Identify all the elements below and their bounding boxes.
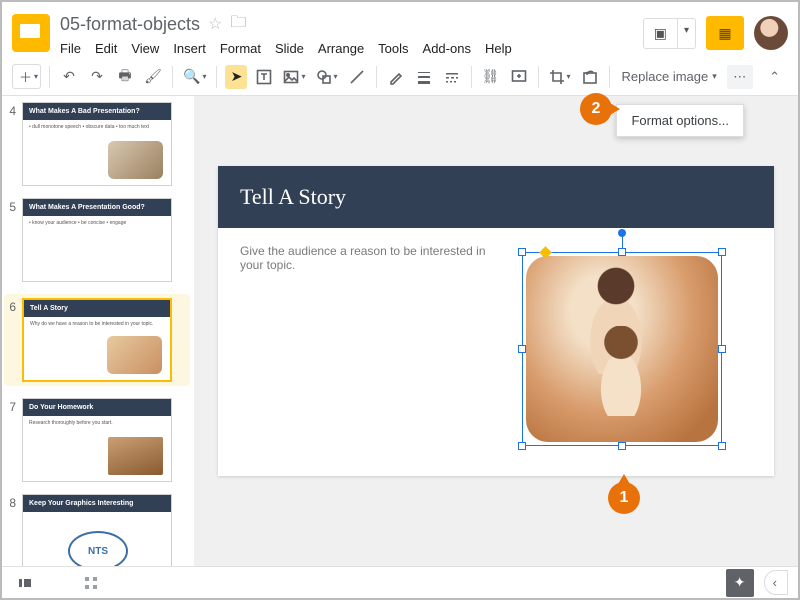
slide-number: 6	[4, 298, 22, 314]
select-tool-icon[interactable]: ➤	[225, 65, 247, 89]
menu-format[interactable]: Format	[220, 41, 261, 56]
redo-icon[interactable]: ↷	[86, 65, 108, 89]
filmstrip-view-icon[interactable]	[12, 572, 38, 594]
resize-handle-mt[interactable]	[618, 248, 626, 256]
link-icon[interactable]: ⛓	[480, 65, 502, 89]
image-icon[interactable]	[281, 65, 307, 89]
resize-handle-ml[interactable]	[518, 345, 526, 353]
slides-app-icon[interactable]	[12, 14, 50, 52]
overflow-menu-icon[interactable]: ⋯	[727, 65, 753, 89]
comment-icon[interactable]	[508, 65, 530, 89]
resize-handle-mr[interactable]	[718, 345, 726, 353]
slide-number: 5	[4, 198, 22, 214]
present-dropdown-icon[interactable]: ▾	[678, 19, 695, 48]
toolbar: ＋▾ ↶ ↷ 🖶 🖌 🔍 ➤ ⛓ Replace image ⋯ ⌃	[2, 58, 798, 96]
rotate-connector	[622, 235, 623, 249]
crop-icon[interactable]	[547, 65, 573, 89]
resize-handle-tr[interactable]	[718, 248, 726, 256]
explore-button[interactable]: ✦	[726, 569, 754, 597]
menu-file[interactable]: File	[60, 41, 81, 56]
header: 05-format-objects ☆ 🗀 File Edit View Ins…	[2, 2, 798, 58]
account-avatar[interactable]	[754, 16, 788, 50]
format-options-menuitem[interactable]: Format options...	[616, 104, 744, 137]
adjust-corner-handle[interactable]	[539, 246, 552, 259]
slide-body-text[interactable]: Give the audience a reason to be interes…	[218, 228, 508, 288]
textbox-icon[interactable]	[253, 65, 275, 89]
move-folder-icon[interactable]: 🗀	[230, 11, 246, 38]
resize-handle-bl[interactable]	[518, 442, 526, 450]
slide-number: 8	[4, 494, 22, 510]
share-button[interactable]: ▦	[706, 16, 744, 50]
present-button[interactable]: ▣ ▾	[643, 18, 696, 49]
slide-thumbnail[interactable]: 7 Do Your Homework Research thoroughly b…	[4, 398, 190, 482]
border-color-icon[interactable]	[385, 65, 407, 89]
canvas[interactable]: Tell A Story Give the audience a reason …	[194, 96, 798, 570]
shape-icon[interactable]	[314, 65, 340, 89]
callout-2: 2	[580, 93, 612, 125]
replace-image-button[interactable]: Replace image	[618, 65, 721, 88]
menu-edit[interactable]: Edit	[95, 41, 117, 56]
document-title[interactable]: 05-format-objects	[60, 14, 200, 35]
slide-thumbnail[interactable]: 5 What Makes A Presentation Good? • know…	[4, 198, 190, 282]
line-icon[interactable]	[346, 65, 368, 89]
paint-format-icon[interactable]: 🖌	[142, 65, 164, 89]
resize-handle-mb[interactable]	[618, 442, 626, 450]
resize-handle-br[interactable]	[718, 442, 726, 450]
slide-thumbnail[interactable]: 8 Keep Your Graphics Interesting NTS	[4, 494, 190, 570]
rotate-handle[interactable]	[618, 229, 626, 237]
undo-icon[interactable]: ↶	[58, 65, 80, 89]
menu-arrange[interactable]: Arrange	[318, 41, 364, 56]
slide-number: 4	[4, 102, 22, 118]
menubar: File Edit View Insert Format Slide Arran…	[60, 41, 512, 56]
menu-insert[interactable]: Insert	[173, 41, 206, 56]
prev-nav-icon[interactable]: ‹	[764, 570, 788, 595]
border-dash-icon[interactable]	[441, 65, 463, 89]
star-icon[interactable]: ☆	[208, 14, 222, 34]
present-icon[interactable]: ▣	[644, 19, 678, 48]
zoom-icon[interactable]: 🔍	[181, 65, 208, 89]
selection-box[interactable]	[522, 252, 722, 446]
callout-1: 1	[608, 482, 640, 514]
bottom-bar: ✦ ‹	[2, 566, 798, 598]
menu-tools[interactable]: Tools	[378, 41, 408, 56]
menu-addons[interactable]: Add-ons	[423, 41, 471, 56]
print-icon[interactable]: 🖶	[114, 65, 136, 89]
filmstrip[interactable]: 4 What Makes A Bad Presentation? • dull …	[2, 96, 194, 570]
slide[interactable]: Tell A Story Give the audience a reason …	[218, 166, 774, 476]
menu-slide[interactable]: Slide	[275, 41, 304, 56]
slide-number: 7	[4, 398, 22, 414]
resize-handle-tl[interactable]	[518, 248, 526, 256]
collapse-toolbar-icon[interactable]: ⌃	[761, 65, 788, 89]
slide-thumbnail[interactable]: 4 What Makes A Bad Presentation? • dull …	[4, 102, 190, 186]
slide-thumbnail-selected[interactable]: 6 Tell A Story Why do we have a reason t…	[4, 294, 190, 386]
slide-title[interactable]: Tell A Story	[218, 166, 774, 228]
new-slide-button[interactable]: ＋▾	[12, 64, 41, 89]
border-weight-icon[interactable]	[413, 65, 435, 89]
menu-help[interactable]: Help	[485, 41, 512, 56]
grid-view-icon[interactable]	[78, 572, 104, 594]
menu-view[interactable]: View	[131, 41, 159, 56]
reset-image-icon[interactable]	[579, 65, 601, 89]
